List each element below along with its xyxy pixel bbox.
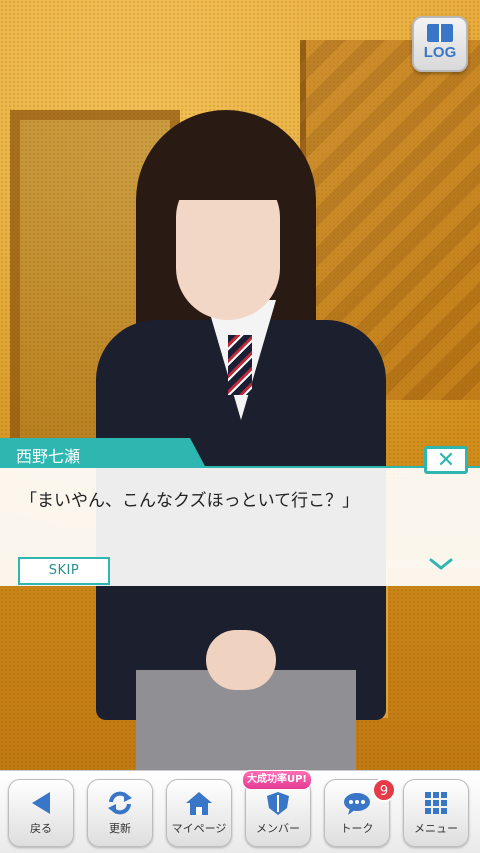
chevron-down-icon[interactable] (428, 556, 454, 572)
speaker-name: 西野七瀬 (16, 447, 81, 466)
nav-menu-label: メニュー (414, 822, 458, 835)
nav-mypage-button[interactable]: マイページ (166, 779, 232, 847)
close-dialog-button[interactable]: ✕ (424, 446, 468, 474)
nav-mypage-label: マイページ (171, 822, 227, 835)
dialog-message: 「まいやん、こんなクズほっといて行こ？」 (20, 491, 360, 511)
nav-back-label: 戻る (30, 822, 52, 835)
member-shield-icon (267, 792, 289, 815)
log-label: LOG (423, 44, 457, 61)
nav-member-label: メンバー (256, 822, 300, 835)
bottom-navigation: 戻る 更新 マイページ メンバー トーク メニュー (0, 770, 480, 853)
promo-badge: 大成功率UP! (242, 770, 312, 790)
grid-menu-icon (425, 792, 447, 814)
nav-back-button[interactable]: 戻る (8, 779, 74, 847)
home-icon (186, 792, 212, 815)
story-scene-background (0, 0, 480, 770)
nav-refresh-label: 更新 (109, 822, 131, 835)
nav-talk-label: トーク (340, 822, 374, 835)
book-icon (427, 24, 453, 42)
nav-refresh-button[interactable]: 更新 (87, 779, 153, 847)
nav-menu-button[interactable]: メニュー (403, 779, 469, 847)
log-button[interactable]: LOG (412, 16, 468, 72)
refresh-icon (108, 791, 132, 815)
talk-notification-badge: 9 (372, 778, 396, 802)
skip-button[interactable]: SKIP (18, 557, 110, 585)
chat-bubble-icon (344, 793, 370, 815)
speaker-name-tab: 西野七瀬 (0, 438, 206, 468)
back-arrow-icon (32, 792, 50, 814)
